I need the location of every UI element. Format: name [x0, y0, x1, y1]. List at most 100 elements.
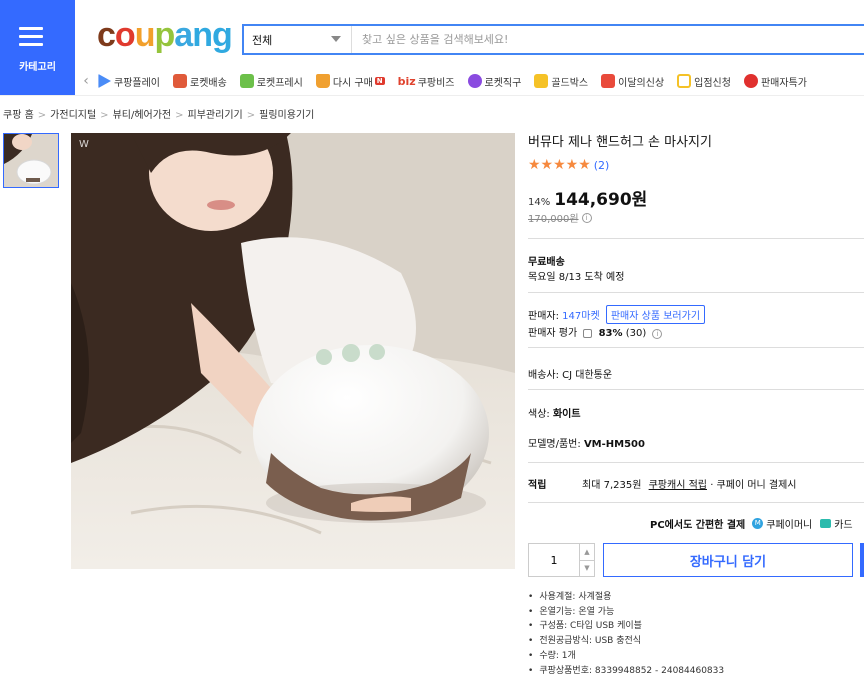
search-category-select[interactable]: 전체 [244, 26, 352, 53]
breadcrumb-separator-icon: > [100, 110, 109, 121]
header-divider [0, 95, 864, 96]
product-thumbnail[interactable] [3, 133, 59, 188]
chevron-left-icon[interactable]: ‹ [75, 73, 97, 89]
delivery-date: 목요일 8/13 도착 예정 [528, 272, 625, 283]
new-bag-icon [601, 74, 616, 88]
section-divider [528, 462, 864, 463]
nav-coupang-biz[interactable]: biz 쿠팡비즈 [398, 74, 455, 89]
seller-rating-value: 83% [598, 328, 623, 339]
coupang-logo[interactable]: coupang [97, 16, 233, 55]
rating-stars-icon: ★★★★★ [528, 157, 591, 173]
add-to-cart-button[interactable]: 장바구니 담기 [603, 543, 853, 577]
info-icon[interactable]: i [581, 212, 592, 223]
model-row: 모델명/품번: VM-HM500 [528, 435, 645, 450]
detail-item: 수량: 1개 [528, 649, 724, 664]
search-input[interactable] [352, 26, 864, 53]
nav-rocket-global[interactable]: 로켓직구 [467, 74, 521, 89]
rocket-icon [173, 74, 187, 88]
section-divider [528, 238, 864, 239]
shortcut-nav: ‹ 쿠팡플레이 로켓배송 로켓프레시 다시 구매 N biz 쿠팡비즈 로켓직구 골… [75, 67, 864, 95]
breadcrumb-item[interactable]: 가전디지털 [50, 110, 96, 121]
rebuy-icon [315, 74, 330, 88]
rocket-fresh-icon [239, 74, 254, 88]
store-icon [677, 74, 692, 88]
breadcrumb-item[interactable]: 뷰티/헤어가전 [113, 110, 172, 121]
buy-now-button[interactable] [860, 543, 864, 577]
color-label: 색상: [528, 409, 550, 420]
info-icon[interactable]: i [652, 329, 663, 339]
svg-text:W: W [79, 139, 89, 150]
pc-pay-label: PC에서도 간편한 결제 [650, 520, 746, 531]
price-row: 14% 144,690원 [528, 185, 647, 210]
card-icon [820, 519, 832, 528]
section-divider [528, 389, 864, 390]
section-divider [528, 502, 864, 503]
points-row: 최대 7,235원 쿠팡캐시 적립 · 쿠페이 머니 결제시 [582, 476, 797, 491]
breadcrumb-separator-icon: > [175, 110, 184, 121]
nav-rocket-delivery[interactable]: 로켓배송 [173, 74, 227, 89]
pc-pay-row: PC에서도 간편한 결제 M 쿠페이머니 카드 [650, 516, 853, 531]
detail-item: 전원공급방식: USB 충전식 [528, 634, 724, 649]
detail-item: 쿠팡상품번호: 8339948852 - 24084460833 [528, 664, 724, 679]
discount-rate: 14% [528, 197, 551, 208]
product-main-image[interactable]: W [71, 133, 515, 569]
detail-item: 온열기능: 온열 가능 [528, 605, 724, 620]
sale-price: 144,690원 [554, 190, 648, 210]
nav-seller-deal[interactable]: 판매자특가 [743, 74, 807, 89]
nav-rebuy[interactable]: 다시 구매 N [315, 74, 385, 89]
detail-item: 구성품: C타입 USB 케이블 [528, 619, 724, 634]
chevron-down-icon [331, 36, 341, 42]
percent-icon [743, 74, 758, 88]
rating-row[interactable]: ★★★★★ (2) [528, 157, 609, 173]
quantity-decrease-icon[interactable]: ▼ [580, 561, 594, 577]
points-label: 적립 [528, 480, 547, 491]
nav-monthly-new[interactable]: 이달의신상 [601, 74, 664, 89]
quantity-input[interactable] [529, 544, 579, 576]
breadcrumb-separator-icon: > [246, 110, 256, 121]
nav-rocket-fresh[interactable]: 로켓프레시 [239, 74, 303, 89]
model-label: 모델명/품번: [528, 439, 581, 450]
seller-rating-row: 판매자 평가 83% (30) i [528, 324, 663, 339]
category-label: 카테고리 [19, 62, 56, 73]
seller-rating-label: 판매자 평가 [528, 328, 578, 339]
color-value: 화이트 [552, 409, 581, 420]
seller-products-button[interactable]: 판매자 상품 보러가기 [605, 305, 706, 324]
seller-row: 판매자: 147마켓 판매자 상품 보러가기 [528, 305, 706, 324]
nav-store-apply[interactable]: 입점신청 [677, 74, 731, 89]
nav-coupang-play[interactable]: 쿠팡플레이 [97, 74, 160, 89]
breadcrumb-item[interactable]: 필링미용기기 [259, 110, 314, 121]
product-details-list: 사용계절: 사계절용 온열기능: 온열 가능 구성품: C타입 USB 케이블 … [528, 590, 724, 678]
new-badge: N [374, 77, 385, 85]
thumbs-up-icon [583, 328, 593, 338]
gold-box-icon [534, 74, 549, 88]
product-photo: W [71, 133, 515, 569]
card-label[interactable]: 카드 [834, 516, 852, 531]
category-menu-button[interactable]: 카테고리 [0, 0, 75, 95]
review-count[interactable]: (2) [594, 159, 610, 172]
breadcrumb-item[interactable]: 피부관리기기 [188, 110, 243, 121]
global-icon [467, 74, 482, 88]
thumbnail-image [4, 134, 58, 187]
hamburger-icon [19, 27, 43, 51]
points-note: · 쿠페이 머니 결제시 [710, 480, 797, 491]
quantity-stepper: ▲ ▼ [528, 543, 595, 577]
search-category-value: 전체 [252, 34, 273, 47]
biz-icon: biz [397, 74, 416, 88]
model-value: VM-HM500 [583, 439, 645, 450]
seller-name-link[interactable]: 147마켓 [562, 311, 600, 322]
breadcrumb-home[interactable]: 쿠팡 홈 [3, 110, 34, 121]
quantity-increase-icon[interactable]: ▲ [580, 544, 594, 561]
seller-rating-count: (30) [625, 328, 647, 339]
original-price-row: 170,000원 i [528, 210, 592, 225]
nav-gold-box[interactable]: 골드박스 [534, 74, 588, 89]
coupay-money-label[interactable]: 쿠페이머니 [766, 516, 812, 531]
color-row: 색상: 화이트 [528, 405, 581, 420]
points-amount: 최대 7,235원 [582, 480, 642, 491]
play-icon [98, 74, 111, 88]
coupang-cash-link[interactable]: 쿠팡캐시 적립 [649, 480, 707, 491]
detail-item: 사용계절: 사계절용 [528, 590, 724, 605]
section-divider [528, 347, 864, 348]
product-title: 버뮤다 제나 핸드허그 손 마사지기 [528, 135, 712, 150]
carrier-label: 배송사: [528, 370, 559, 381]
coupay-icon: M [752, 518, 764, 529]
